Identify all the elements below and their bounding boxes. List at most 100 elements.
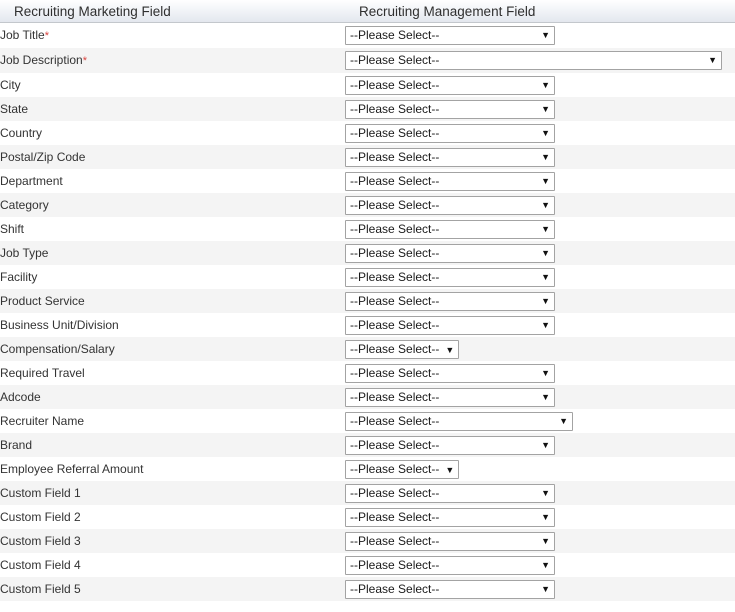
management-field-select[interactable]: --Please Select-- ▼ — [345, 291, 555, 311]
chevron-down-icon: ▼ — [541, 535, 550, 546]
field-label-text: Required Travel — [0, 366, 85, 380]
field-label-text: Product Service — [0, 294, 85, 308]
chevron-down-icon: ▼ — [445, 344, 455, 355]
management-field-select[interactable]: --Please Select-- ▼ — [345, 26, 555, 45]
management-field-select[interactable]: --Please Select-- ▼ — [345, 195, 555, 215]
chevron-down-icon: ▼ — [708, 55, 717, 65]
marketing-field-label: Recruiter Name — [0, 409, 345, 433]
select-value-text: --Please Select-- — [350, 557, 440, 572]
table-row: Product Service --Please Select-- ▼ — [0, 289, 735, 313]
management-field-select[interactable]: --Please Select-- ▼ — [345, 75, 555, 95]
management-field-select[interactable]: --Please Select-- ▼ — [345, 267, 555, 287]
management-field-select[interactable]: --Please Select-- ▼ — [345, 459, 460, 479]
marketing-field-label: Country — [0, 121, 345, 145]
management-field-cell: --Please Select-- ▼ — [345, 553, 735, 577]
select-value-text: --Please Select-- — [350, 197, 440, 212]
marketing-field-label: City — [0, 73, 345, 97]
required-asterisk: * — [44, 30, 49, 42]
marketing-field-label: Custom Field 5 — [0, 577, 345, 601]
management-field-select[interactable]: --Please Select-- ▼ — [345, 435, 555, 455]
table-row: Compensation/Salary --Please Select-- ▼ — [0, 337, 735, 361]
chevron-down-icon: ▼ — [541, 30, 550, 40]
management-field-select[interactable]: --Please Select-- ▼ — [345, 387, 555, 407]
select-value-text: --Please Select-- — [350, 533, 440, 548]
chevron-down-icon: ▼ — [541, 247, 550, 258]
management-field-select[interactable]: --Please Select-- ▼ — [345, 147, 555, 167]
select-value-text: --Please Select-- — [350, 413, 440, 428]
marketing-field-label: Adcode — [0, 385, 345, 409]
marketing-field-label: Employee Referral Amount — [0, 457, 345, 481]
management-field-select[interactable]: --Please Select-- ▼ — [345, 315, 555, 335]
management-field-select[interactable]: --Please Select-- ▼ — [345, 99, 555, 119]
marketing-field-label: Job Description* — [0, 48, 345, 73]
management-field-cell: --Please Select-- ▼ — [345, 337, 735, 361]
table-row: Job Type --Please Select-- ▼ — [0, 241, 735, 265]
management-field-cell: --Please Select-- ▼ — [345, 457, 735, 481]
marketing-field-label: Job Title* — [0, 23, 345, 49]
management-field-select[interactable]: --Please Select-- ▼ — [345, 531, 555, 551]
management-field-cell: --Please Select-- ▼ — [345, 217, 735, 241]
management-field-select[interactable]: --Please Select-- ▼ — [345, 243, 555, 263]
management-field-select[interactable]: --Please Select-- ▼ — [345, 171, 555, 191]
management-field-cell: --Please Select-- ▼ — [345, 361, 735, 385]
marketing-field-label: Compensation/Salary — [0, 337, 345, 361]
field-label-text: Brand — [0, 438, 33, 452]
field-label-text: Job Description — [0, 53, 83, 67]
table-row: Job Description* --Please Select-- ▼ — [0, 48, 735, 73]
management-field-select[interactable]: --Please Select-- ▼ — [345, 123, 555, 143]
management-field-select[interactable]: --Please Select-- ▼ — [345, 483, 555, 503]
table-row: Employee Referral Amount --Please Select-… — [0, 457, 735, 481]
management-field-cell: --Please Select-- ▼ — [345, 265, 735, 289]
chevron-down-icon: ▼ — [541, 79, 550, 90]
management-field-cell: --Please Select-- ▼ — [345, 73, 735, 97]
chevron-down-icon: ▼ — [541, 319, 550, 330]
marketing-field-label: Job Type — [0, 241, 345, 265]
chevron-down-icon: ▼ — [541, 583, 550, 594]
table-row: Facility --Please Select-- ▼ — [0, 265, 735, 289]
management-field-cell: --Please Select-- ▼ — [345, 289, 735, 313]
management-field-select[interactable]: --Please Select-- ▼ — [345, 555, 555, 575]
management-field-select[interactable]: --Please Select-- ▼ — [345, 507, 555, 527]
marketing-field-label: Custom Field 3 — [0, 529, 345, 553]
chevron-down-icon: ▼ — [541, 511, 550, 522]
field-label-text: Custom Field 3 — [0, 534, 81, 548]
field-mapping-table: Recruiting Marketing Field Recruiting Ma… — [0, 0, 735, 601]
chevron-down-icon: ▼ — [541, 175, 550, 186]
management-field-select[interactable]: --Please Select-- ▼ — [345, 219, 555, 239]
marketing-field-label: Product Service — [0, 289, 345, 313]
management-field-cell: --Please Select-- ▼ — [345, 433, 735, 457]
management-field-cell: --Please Select-- ▼ — [345, 169, 735, 193]
field-label-text: Country — [0, 126, 43, 140]
required-asterisk: * — [82, 55, 87, 67]
table-row: Business Unit/Division --Please Select-- ▼ — [0, 313, 735, 337]
management-field-select[interactable]: --Please Select-- ▼ — [345, 363, 555, 383]
field-label-text: Custom Field 1 — [0, 486, 81, 500]
field-label-text: Employee Referral Amount — [0, 462, 144, 476]
table-row: Custom Field 1 --Please Select-- ▼ — [0, 481, 735, 505]
management-field-select[interactable]: --Please Select-- ▼ — [345, 51, 722, 70]
select-value-text: --Please Select-- — [350, 221, 440, 236]
table-row: Shift --Please Select-- ▼ — [0, 217, 735, 241]
marketing-field-label: Facility — [0, 265, 345, 289]
field-label-text: Compensation/Salary — [0, 342, 115, 356]
select-value-text: --Please Select-- — [350, 317, 440, 332]
management-field-cell: --Please Select-- ▼ — [345, 481, 735, 505]
field-label-text: Business Unit/Division — [0, 318, 119, 332]
management-field-select[interactable]: --Please Select-- ▼ — [345, 579, 555, 599]
field-label-text: Custom Field 2 — [0, 510, 81, 524]
field-label-text: Facility — [0, 270, 38, 284]
table-row: Brand --Please Select-- ▼ — [0, 433, 735, 457]
field-label-text: Recruiter Name — [0, 414, 85, 428]
management-field-select[interactable]: --Please Select-- ▼ — [345, 339, 460, 359]
management-field-cell: --Please Select-- ▼ — [345, 193, 735, 217]
select-value-text: --Please Select-- — [350, 341, 440, 356]
select-value-text: --Please Select-- — [350, 461, 440, 476]
management-field-cell: --Please Select-- ▼ — [345, 313, 735, 337]
field-label-text: Department — [0, 174, 63, 188]
table-row: Recruiter Name --Please Select-- ▼ — [0, 409, 735, 433]
marketing-field-label: Category — [0, 193, 345, 217]
column-header-marketing-field: Recruiting Marketing Field — [0, 0, 345, 23]
select-value-text: --Please Select-- — [350, 485, 440, 500]
management-field-select[interactable]: --Please Select-- ▼ — [345, 411, 573, 431]
table-header: Recruiting Marketing Field Recruiting Ma… — [0, 0, 735, 23]
